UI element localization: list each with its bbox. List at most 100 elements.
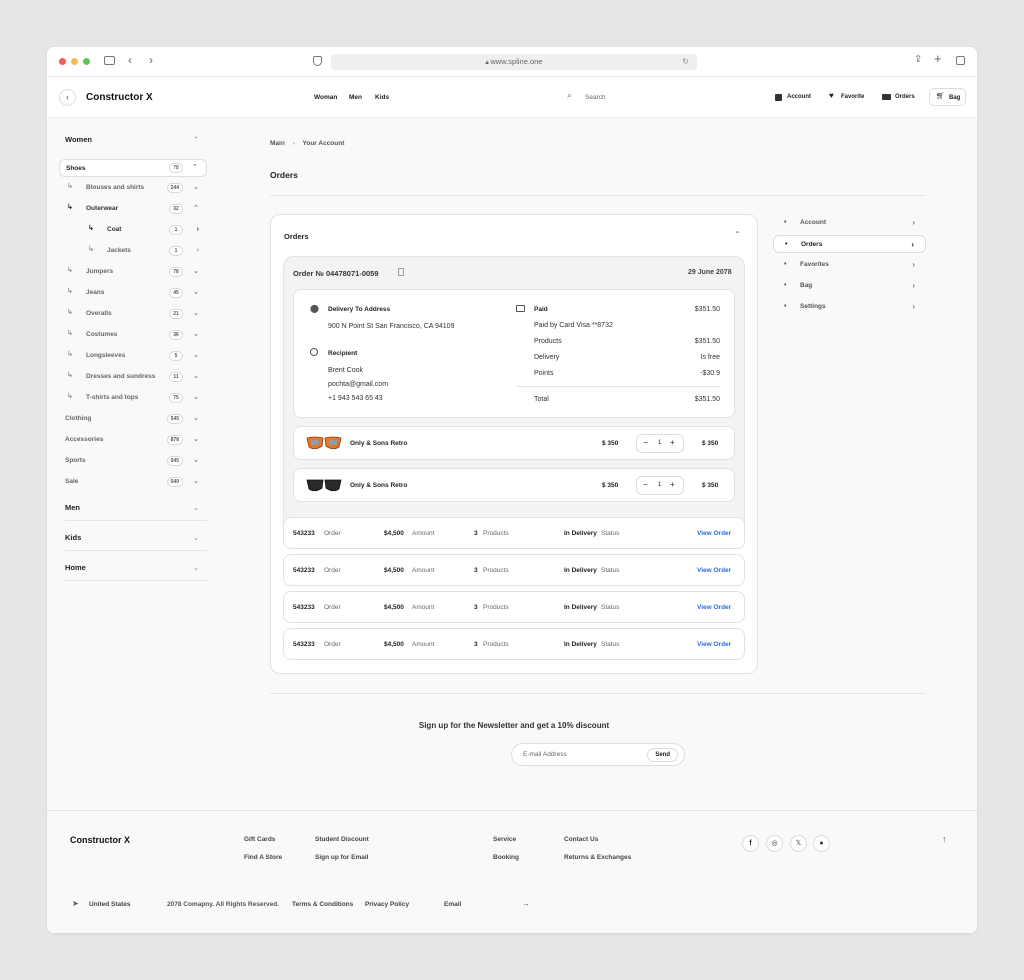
cart-icon: 🛒︎ [936,93,945,100]
sidebar-item-overalls[interactable]: ↳ Overalls 21 ⌄ [65,305,207,323]
orders-link[interactable]: Orders [895,94,915,100]
copy-icon[interactable] [398,268,404,276]
menu-item-bag[interactable]: • Bag › [773,277,926,295]
sidebar-item-blouses[interactable]: ↳ Blouses and shirts 244 ⌄ [65,179,207,197]
sidebar-item-longsleeves[interactable]: ↳ Longsleeves 5 ⌄ [65,347,207,365]
email-link[interactable]: Email [444,901,461,908]
breadcrumb-main[interactable]: Main [270,140,285,147]
shield-icon[interactable] [313,56,322,66]
sidebar-toggle-icon[interactable] [104,56,115,65]
sidebar-item-tshirts[interactable]: ↳ T-shirts and tops 75 ⌄ [65,389,207,407]
footer-link[interactable]: Contact Us [564,836,598,843]
search-icon[interactable]: ⌕ [567,90,572,101]
total-value: $351.50 [694,396,720,403]
arrow-right-icon[interactable]: → [522,899,530,908]
menu-item-favorites[interactable]: • Favorites › [773,256,926,274]
account-icon[interactable] [775,94,782,101]
reload-icon[interactable]: ↻ [682,54,689,70]
menu-item-orders[interactable]: • Orders › [773,235,926,253]
sidebar-item-shoes[interactable]: Shoes 78 ⌃ [59,159,207,177]
quantity-value[interactable]: 1 [658,482,661,488]
search-input[interactable]: Search [585,94,606,101]
instagram-icon[interactable]: ◎ [766,835,783,852]
account-link[interactable]: Account [787,94,811,100]
sidebar-item-costumes[interactable]: ↳ Costumes 36 ⌄ [65,326,207,344]
minus-button[interactable]: − [643,438,648,447]
menu-item-account[interactable]: • Account › [773,214,926,232]
sidebar-kids[interactable]: Kids ⌄ [65,533,207,542]
sidebar-item-label: Coat [107,226,122,233]
view-order-link[interactable]: View Order [697,641,731,648]
email-input[interactable]: E-mail Address [523,751,567,758]
truck-icon[interactable] [882,94,891,100]
footer-link[interactable]: Find A Store [244,854,282,861]
divider [270,693,926,694]
back-icon[interactable]: ‹ [128,53,132,67]
product-price: $ 350 [602,482,619,489]
sidebar-item-jackets[interactable]: ↳ Jackets 1 › [65,242,207,260]
brand-logo[interactable]: Constructor X [86,92,153,103]
menu-item-settings[interactable]: • Settings › [773,298,926,316]
footer-link[interactable]: Student Discount [315,836,369,843]
sidebar-item-jumpers[interactable]: ↳ Jumpers 78 ⌄ [65,263,207,281]
footer-brand[interactable]: Constructor X [70,835,130,845]
menu-item-label: Account [800,219,826,226]
new-tab-icon[interactable]: + [934,51,942,66]
nav-men[interactable]: Men [349,94,362,101]
privacy-link[interactable]: Privacy Policy [365,901,409,908]
chevron-up-icon: ⌃ [192,164,198,171]
sidebar-item-sports[interactable]: Sports 545 ⌄ [65,452,207,470]
sidebar-item-sale[interactable]: Sale 540 ⌄ [65,473,207,491]
arrow-up-icon[interactable]: ↑ [942,834,947,844]
back-button[interactable]: ‹ [59,89,76,106]
view-order-link[interactable]: View Order [697,604,731,611]
chevron-down-icon: ⌄ [193,478,199,485]
sidebar-item-jeans[interactable]: ↳ Jeans 45 ⌄ [65,284,207,302]
share-icon[interactable]: ⇪ [914,54,922,65]
address-bar[interactable]: 🔒︎ www.spline.one ↻ [331,54,697,70]
footer-link[interactable]: Service [493,836,516,843]
close-window-button[interactable] [59,58,66,65]
footer-link[interactable]: Returns & Exchanges [564,854,631,861]
chevron-up-icon: ⌃ [192,135,199,144]
chevron-up-icon[interactable]: ⌃ [734,230,741,239]
sidebar-item-dresses[interactable]: ↳ Dresses and sundress 11 ⌄ [65,368,207,386]
minus-button[interactable]: − [643,480,648,489]
plus-button[interactable]: + [670,480,675,489]
forward-icon[interactable]: › [149,53,153,67]
sidebar-women[interactable]: Women ⌃ [65,135,207,144]
minimize-window-button[interactable] [71,58,78,65]
sidebar-item-label: Dresses and sundress [86,373,156,380]
footer-link[interactable]: Booking [493,854,519,861]
sidebar-item-clothing[interactable]: Clothing 545 ⌄ [65,410,207,428]
nav-woman[interactable]: Woman [314,94,337,101]
tabs-overview-icon[interactable] [956,56,965,65]
sidebar-item-coat[interactable]: ↳ Coat 1 › [65,221,207,239]
quantity-value[interactable]: 1 [658,440,661,446]
plus-button[interactable]: + [670,438,675,447]
terms-link[interactable]: Terms & Conditions [292,901,353,908]
favorite-link[interactable]: Favorite [841,94,864,100]
send-button[interactable]: Send [647,748,678,762]
country-selector[interactable]: United States [89,901,131,908]
sidebar-item-accessories[interactable]: Accessories 878 ⌄ [65,431,207,449]
whatsapp-icon[interactable]: ● [813,835,830,852]
x-icon[interactable]: 𝕏 [790,835,807,852]
chevron-down-icon: ⌄ [192,533,199,542]
maximize-window-button[interactable] [83,58,90,65]
order-id: 543233 [293,567,315,574]
view-order-link[interactable]: View Order [697,567,731,574]
sidebar-home[interactable]: Home ⌄ [65,563,207,572]
facebook-icon[interactable]: f [742,835,759,852]
paid-label: Paid [534,306,548,313]
nav-kids[interactable]: Kids [375,94,389,101]
order-amount-label: Amount [412,604,435,611]
heart-icon[interactable]: ♥ [829,91,834,100]
footer-link[interactable]: Gift Cards [244,836,275,843]
order-status: In Delivery [564,604,597,611]
sidebar-item-outerwear[interactable]: ↳ Outerwear 32 ⌃ [65,200,207,218]
bag-button[interactable]: 🛒︎ Bag [929,88,966,106]
sidebar-men[interactable]: Men ⌄ [65,503,207,512]
view-order-link[interactable]: View Order [697,530,731,537]
footer-link[interactable]: Sign up for Email [315,854,368,861]
